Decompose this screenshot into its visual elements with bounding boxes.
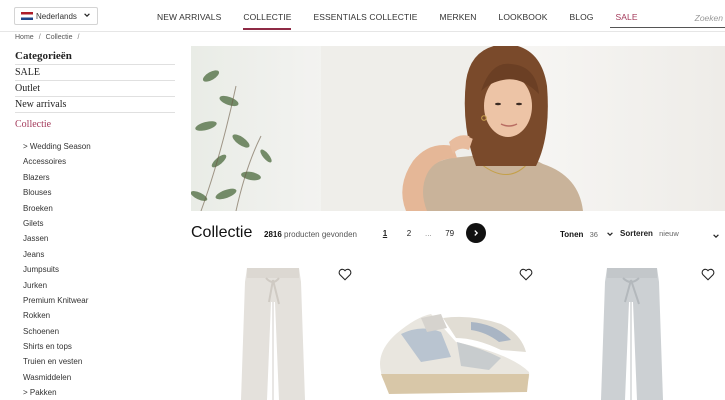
- subcategory-item[interactable]: Jurken: [23, 278, 175, 293]
- pagination: 1 2 ... 79: [377, 223, 486, 243]
- sort-select[interactable]: Sorteren nieuw: [620, 229, 720, 239]
- search-input[interactable]: [610, 9, 725, 27]
- subcategory-item[interactable]: Jumpsuits: [23, 262, 175, 277]
- subcategory-item[interactable]: Jassen: [23, 231, 175, 246]
- subcategory-item[interactable]: Blazers: [23, 170, 175, 185]
- subcategory-item[interactable]: Jeans: [23, 247, 175, 262]
- heart-icon[interactable]: [701, 268, 715, 281]
- page-title: Collectie: [191, 224, 253, 241]
- sidebar-title: Categorieën: [15, 49, 175, 65]
- chevron-down-icon: [607, 232, 614, 237]
- netherlands-flag-icon: [21, 12, 33, 20]
- product-image-trousers: [601, 268, 663, 400]
- subcategory-item[interactable]: Wasmiddelen: [23, 370, 175, 385]
- subcategory-item[interactable]: Premium Knitwear: [23, 293, 175, 308]
- subcategory-item[interactable]: Accessoires: [23, 154, 175, 169]
- chevron-down-icon: [84, 13, 90, 18]
- language-selector[interactable]: Nederlands: [14, 7, 98, 25]
- next-page-button[interactable]: [465, 223, 486, 243]
- language-label: Nederlands: [36, 11, 77, 21]
- subcategory-item[interactable]: Gilets: [23, 216, 175, 231]
- main-navigation: NEW ARRIVALS COLLECTIE ESSENTIALS COLLEC…: [157, 0, 660, 32]
- hero-banner: [191, 46, 725, 211]
- product-count-number: 2816: [264, 230, 282, 239]
- chevron-down-icon: [713, 234, 719, 239]
- top-bar: Nederlands NEW ARRIVALS COLLECTIE ESSENT…: [0, 0, 725, 32]
- sidebar-item-new-arrivals[interactable]: New arrivals: [15, 97, 175, 113]
- search-box: [610, 8, 725, 28]
- page-link-1[interactable]: 1: [377, 229, 393, 238]
- sort-label: Sorteren: [620, 229, 653, 238]
- hero-photo: [191, 46, 583, 211]
- nav-collectie[interactable]: COLLECTIE: [243, 0, 292, 32]
- page-ellipsis: ...: [425, 228, 432, 238]
- subcategory-item[interactable]: Rokken: [23, 308, 175, 323]
- product-card[interactable]: [191, 262, 361, 400]
- sidebar-item-collectie[interactable]: Collectie: [15, 117, 175, 133]
- subcategory-item[interactable]: Broeken: [23, 201, 175, 216]
- page-link-2[interactable]: 2: [401, 229, 417, 238]
- subcategory-item[interactable]: Schoenen: [23, 324, 175, 339]
- show-value: 36: [589, 230, 598, 239]
- breadcrumb-separator: /: [77, 34, 80, 41]
- nav-merken[interactable]: MERKEN: [440, 0, 477, 32]
- subcategory-item[interactable]: > Wedding Season: [23, 139, 175, 154]
- product-image-trousers: [241, 268, 305, 400]
- product-count-suffix: producten gevonden: [284, 230, 357, 239]
- breadcrumb-collectie[interactable]: Collectie: [46, 34, 73, 41]
- product-card[interactable]: [361, 262, 533, 400]
- nav-new-arrivals[interactable]: NEW ARRIVALS: [157, 0, 221, 32]
- sort-value: nieuw: [659, 229, 679, 238]
- product-image-sneakers: [380, 314, 530, 394]
- product-card[interactable]: [555, 262, 725, 400]
- subcategory-item[interactable]: Shirts en tops: [23, 339, 175, 354]
- subcategory-item[interactable]: Truien en vesten: [23, 354, 175, 369]
- breadcrumb: Home / Collectie /: [15, 34, 79, 41]
- page-link-last[interactable]: 79: [442, 229, 458, 238]
- category-sidebar: Categorieën SALE Outlet New arrivals Col…: [15, 49, 175, 400]
- sidebar-item-sale[interactable]: SALE: [15, 65, 175, 81]
- nav-lookbook[interactable]: LOOKBOOK: [499, 0, 548, 32]
- chevron-right-icon: [474, 230, 478, 236]
- sidebar-item-outlet[interactable]: Outlet: [15, 81, 175, 97]
- subcategory-list: > Wedding Season Accessoires Blazers Blo…: [15, 139, 175, 400]
- show-per-page-select[interactable]: Tonen 36: [560, 229, 614, 239]
- heart-icon[interactable]: [519, 268, 533, 281]
- subcategory-item[interactable]: Blouses: [23, 185, 175, 200]
- heart-icon[interactable]: [338, 268, 352, 281]
- nav-essentials-collectie[interactable]: ESSENTIALS COLLECTIE: [313, 0, 417, 32]
- breadcrumb-separator: /: [38, 34, 41, 41]
- nav-blog[interactable]: BLOG: [569, 0, 593, 32]
- breadcrumb-home[interactable]: Home: [15, 34, 34, 41]
- product-count: 2816 producten gevonden: [264, 230, 357, 239]
- show-label: Tonen: [560, 230, 584, 239]
- subcategory-item[interactable]: > Pakken: [23, 385, 175, 400]
